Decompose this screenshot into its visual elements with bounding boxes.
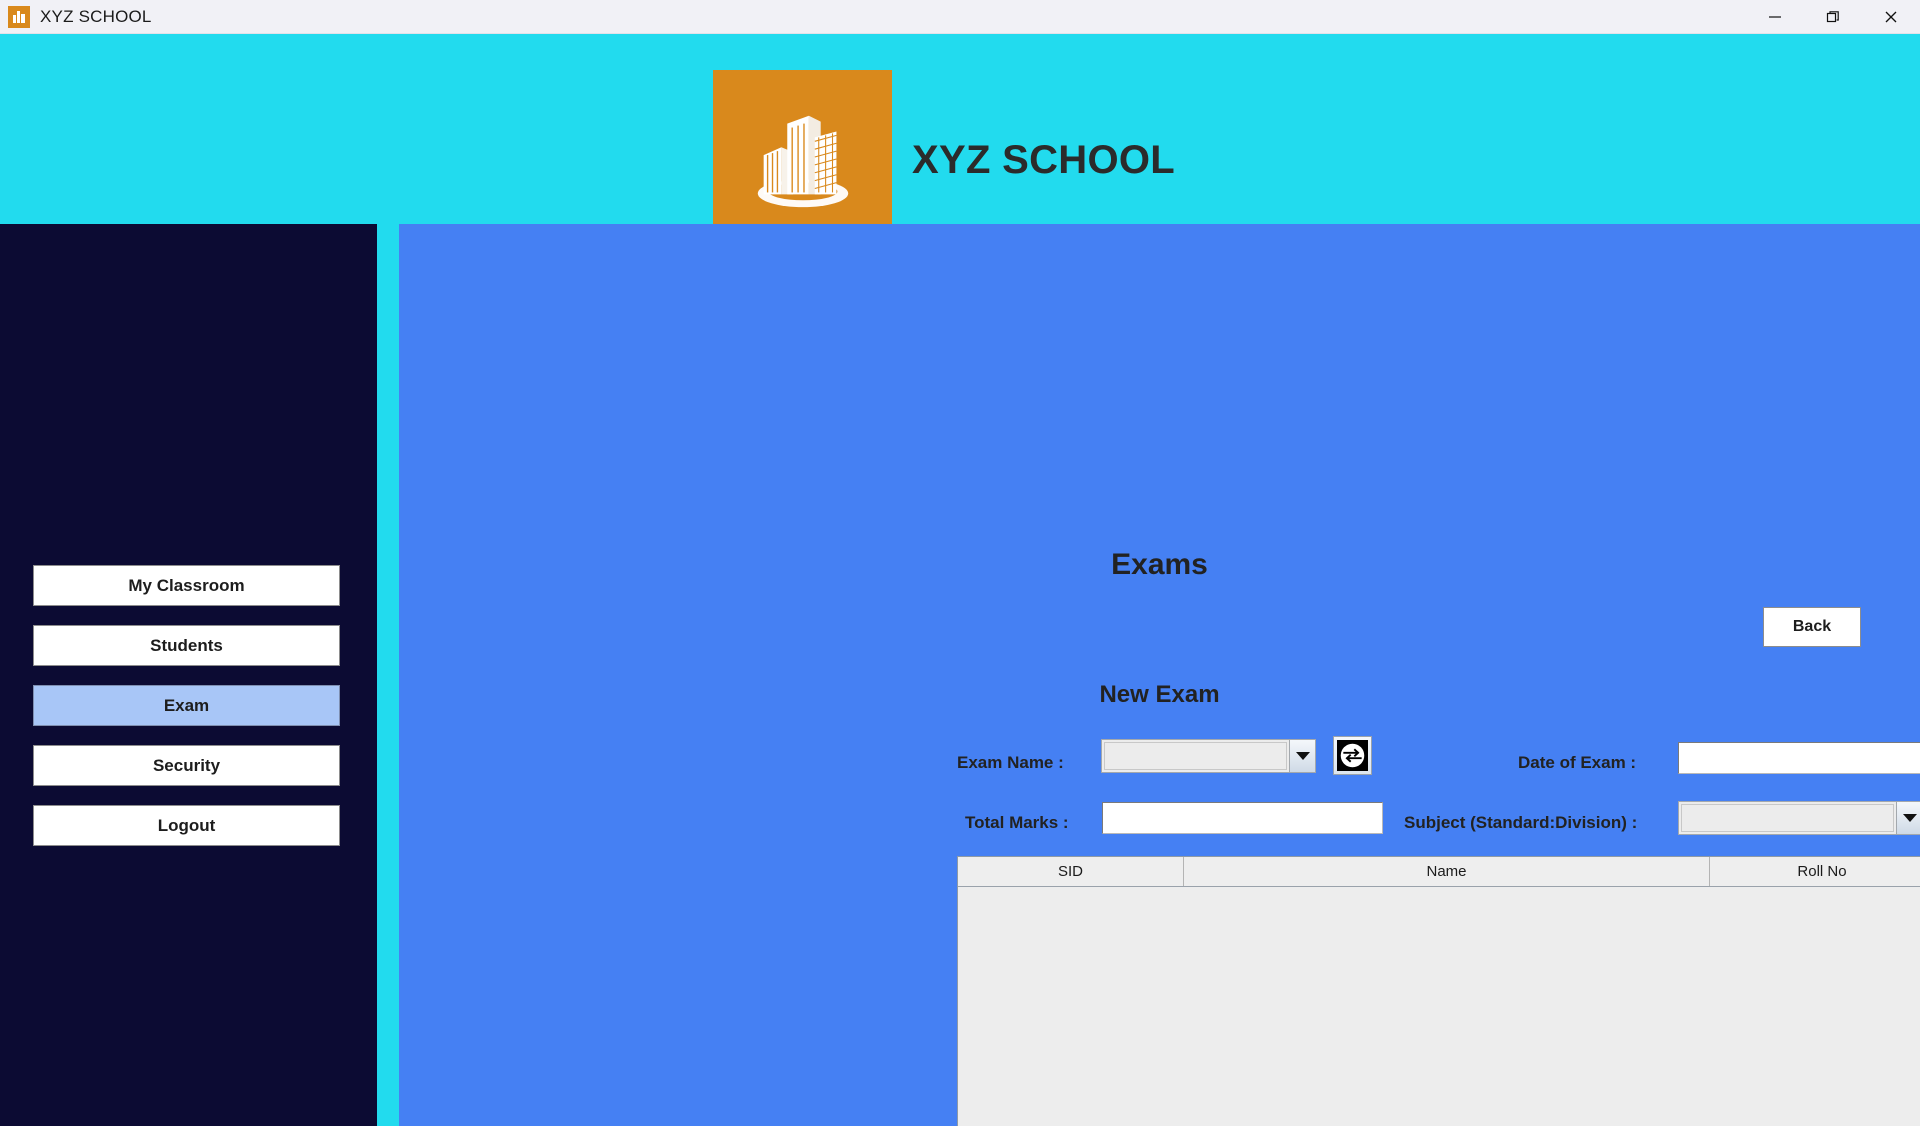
date-of-exam-input[interactable] (1678, 742, 1920, 774)
main-content: Exams Back New Exam Exam Name : Date of … (399, 224, 1920, 1126)
swap-arrows-icon (1337, 740, 1368, 771)
restore-button[interactable] (1804, 0, 1862, 34)
window-controls (1746, 0, 1920, 34)
window-title-bar: XYZ SCHOOL (0, 0, 1920, 34)
sidebar-item-exam[interactable]: Exam (33, 685, 340, 726)
table-column-header-sid[interactable]: SID (958, 857, 1184, 886)
close-button[interactable] (1862, 0, 1920, 34)
date-of-exam-label: Date of Exam : (1518, 753, 1637, 772)
sidebar-menu: My Classroom Students Exam Security Logo… (33, 565, 340, 865)
exam-name-combobox-value (1104, 742, 1287, 770)
app-building-icon (8, 5, 30, 28)
sidebar-item-my-classroom[interactable]: My Classroom (33, 565, 340, 606)
exam-name-combobox[interactable] (1101, 739, 1316, 773)
total-marks-label: Total Marks : (965, 813, 1069, 832)
back-button[interactable]: Back (1763, 607, 1861, 647)
brand-header: XYZ SCHOOL (0, 34, 1920, 248)
minimize-button[interactable] (1746, 0, 1804, 34)
sidebar-item-students[interactable]: Students (33, 625, 340, 666)
subject-standard-division-label: Subject (Standard:Division) : (1404, 813, 1638, 832)
chevron-down-icon[interactable] (1289, 740, 1315, 772)
students-marks-table: SID Name Roll No Marks (957, 856, 1920, 1126)
section-title-new-exam: New Exam (1099, 681, 1220, 708)
chevron-down-icon[interactable] (1896, 802, 1920, 834)
sidebar-content-divider (377, 224, 399, 1126)
total-marks-input[interactable] (1102, 802, 1383, 834)
sidebar-item-logout[interactable]: Logout (33, 805, 340, 846)
window-title-text: XYZ SCHOOL (40, 6, 152, 26)
table-header-row: SID Name Roll No Marks (958, 857, 1920, 887)
page-title: Exams (1111, 548, 1208, 581)
table-column-header-name[interactable]: Name (1184, 857, 1710, 886)
subject-combobox[interactable] (1678, 801, 1920, 835)
app-body: My Classroom Students Exam Security Logo… (0, 224, 1920, 1126)
sidebar: My Classroom Students Exam Security Logo… (0, 224, 377, 1126)
table-body[interactable] (958, 887, 1920, 1126)
exam-name-label: Exam Name : (957, 753, 1064, 772)
table-column-header-roll-no[interactable]: Roll No (1710, 857, 1920, 886)
brand-title: XYZ SCHOOL (912, 138, 1176, 182)
subject-combobox-value (1681, 804, 1894, 832)
city-buildings-logo-icon (713, 70, 892, 248)
sidebar-item-security[interactable]: Security (33, 745, 340, 786)
swap-arrows-icon-button[interactable] (1333, 736, 1372, 775)
